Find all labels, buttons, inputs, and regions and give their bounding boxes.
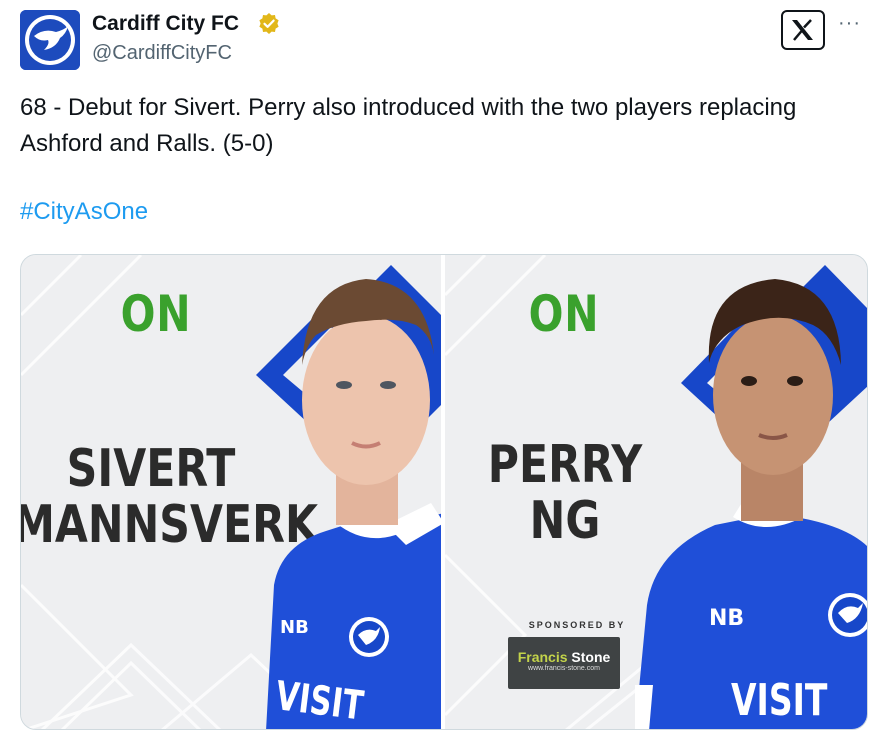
hashtag-link[interactable]: #CityAsOne [20, 198, 148, 226]
x-logo-icon[interactable] [781, 10, 825, 50]
author-handle[interactable]: @CardiffCityFC [92, 42, 232, 65]
player-photo-sivert: NB [266, 279, 441, 729]
sponsored-by-label: SPONSORED BY [528, 620, 626, 630]
tweet-text: 68 - Debut for Sivert. Perry also introd… [20, 94, 797, 157]
author-name[interactable]: Cardiff City FC [92, 12, 239, 36]
svg-text:NB: NB [709, 606, 744, 631]
sponsor-name-part1: Francis [517, 649, 568, 665]
sponsor-url: www.francis-stone.com [528, 665, 600, 672]
substitution-panel-left: ON SIVERT MANNSVERK NB VISIT [21, 255, 441, 729]
avatar[interactable] [20, 10, 80, 70]
sponsor-name-part2: Stone [567, 649, 611, 665]
bluebird-crest-icon [20, 10, 80, 70]
shirt-sponsor-text: VISIT [731, 675, 828, 726]
more-options-icon[interactable]: ··· [838, 12, 861, 35]
player-photo-perry: NB [635, 279, 867, 729]
sponsor-logo: Francis Stone www.francis-stone.com [508, 637, 620, 689]
tweet-media[interactable]: ON SIVERT MANNSVERK NB VISIT ON PERRY NG… [20, 254, 868, 730]
substitution-panel-right: ON PERRY NG SPONSORED BY Francis Stone w… [445, 255, 867, 729]
verified-badge-icon [259, 13, 279, 34]
status-on-label: ON [120, 285, 192, 343]
player-name-line1: SIVERT [66, 439, 236, 499]
player-name-line2: MANNSVERK [21, 495, 319, 555]
status-on-label: ON [528, 285, 600, 343]
svg-text:NB: NB [280, 617, 309, 638]
